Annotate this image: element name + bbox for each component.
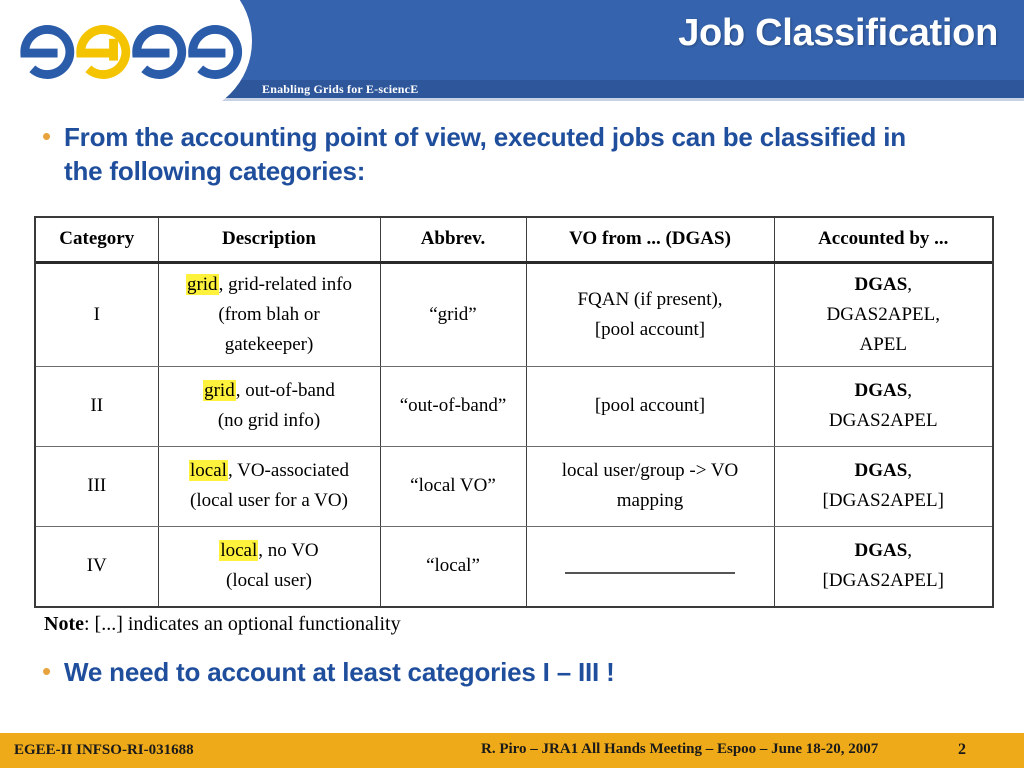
cell-accounted-by: DGAS, DGAS2APEL, APEL	[774, 262, 992, 367]
bullet-intro-text: From the accounting point of view, execu…	[64, 122, 906, 186]
cell-accounted-line2: [DGAS2APEL]	[822, 490, 944, 511]
cell-description-line2: (from blah or	[218, 303, 320, 325]
cell-description-rest: , no VO	[258, 540, 319, 562]
cell-accounted-sep: ,	[907, 273, 913, 295]
cell-abbrev: “out-of-band”	[380, 366, 527, 447]
cell-accounted-sep: ,	[907, 460, 913, 481]
cell-vo-line2: [pool account]	[594, 318, 706, 340]
cell-vo-from: FQAN (if present), [pool account]	[526, 262, 775, 367]
cell-vo-line1: FQAN (if present),	[577, 288, 723, 310]
cell-description: grid, grid-related info (from blah or ga…	[158, 262, 381, 367]
cell-vo-line1: local user/group -> VO	[561, 460, 739, 481]
cell-description-line3: gatekeeper)	[224, 333, 314, 355]
cell-description-line2: (local user)	[226, 570, 312, 592]
cell-vo-line1: [pool account]	[594, 395, 706, 416]
cell-description-rest: , grid-related info	[218, 273, 353, 295]
table-note-label: Note	[44, 613, 84, 635]
cell-abbrev: “grid”	[380, 262, 527, 367]
cell-description-keyword: local	[189, 460, 228, 481]
cell-accounted-primary: DGAS	[854, 380, 908, 401]
cell-accounted-by: DGAS, [DGAS2APEL]	[774, 446, 992, 527]
cell-accounted-sep: ,	[907, 540, 913, 562]
footer-project-id: EGEE-II INFSO-RI-031688	[14, 742, 194, 758]
cell-accounted-by: DGAS, DGAS2APEL	[774, 366, 992, 447]
slide: Enabling Grids for E-sciencE Job Classif…	[0, 0, 1024, 768]
table-row: I grid, grid-related info (from blah or …	[36, 262, 992, 367]
cell-vo-line2: mapping	[616, 490, 684, 511]
cell-description-keyword: grid	[185, 273, 219, 295]
table-note: Note: [...] indicates an optional functi…	[44, 613, 401, 636]
cell-description: local, VO-associated (local user for a V…	[158, 446, 381, 527]
column-header-vo-from: VO from ... (DGAS)	[526, 218, 775, 264]
table-note-text: : [...] indicates an optional functional…	[83, 613, 401, 635]
cell-accounted-line3: APEL	[859, 333, 908, 355]
cell-description-line2: (local user for a VO)	[190, 490, 348, 511]
column-header-accounted-by: Accounted by ...	[774, 218, 992, 264]
cell-vo-from: local user/group -> VO mapping	[526, 446, 775, 527]
cell-vo-from: [pool account]	[526, 366, 775, 447]
cell-abbrev: “local”	[380, 526, 527, 606]
bullet-conclusion-text: We need to account at least categories I…	[64, 657, 615, 687]
footer-page-number: 2	[958, 741, 966, 758]
slide-footer-bar: EGEE-II INFSO-RI-031688 R. Piro – JRA1 A…	[0, 733, 1024, 768]
table-row: IV local, no VO (local user) “local” DGA…	[36, 526, 992, 606]
cell-accounted-primary: DGAS	[854, 460, 908, 481]
cell-description-rest: , out-of-band	[235, 380, 335, 401]
bullet-marker-icon: •	[42, 121, 52, 151]
cell-accounted-line2: DGAS2APEL,	[826, 303, 940, 325]
egee-tagline: Enabling Grids for E-sciencE	[262, 82, 419, 96]
table-row: III local, VO-associated (local user for…	[36, 446, 992, 527]
cell-description-line2: (no grid info)	[217, 410, 321, 431]
cell-accounted-primary: DGAS	[854, 273, 908, 295]
column-header-description: Description	[158, 218, 381, 264]
cell-accounted-sep: ,	[907, 380, 913, 401]
cell-description-rest: , VO-associated	[227, 460, 349, 481]
bullet-conclusion: • We need to account at least categories…	[42, 655, 982, 689]
cell-description: grid, out-of-band (no grid info)	[158, 366, 381, 447]
egee-logo	[20, 25, 243, 79]
cell-accounted-primary: DGAS	[854, 540, 908, 562]
cell-vo-from	[526, 526, 775, 606]
bullet-intro: • From the accounting point of view, exe…	[42, 120, 982, 188]
cell-description-keyword: grid	[203, 380, 236, 401]
table-row: II grid, out-of-band (no grid info) “out…	[36, 366, 992, 447]
table-header-row: Category Description Abbrev. VO from ...…	[36, 218, 992, 264]
cell-vo-empty-rule	[565, 560, 735, 574]
cell-description-keyword: local	[219, 540, 259, 562]
bullet-marker-icon: •	[42, 656, 52, 686]
cell-category: II	[36, 366, 159, 447]
footer-meeting-info: R. Piro – JRA1 All Hands Meeting – Espoo…	[481, 741, 879, 757]
cell-category: III	[36, 446, 159, 527]
page-title: Job Classification	[678, 12, 998, 54]
column-header-category: Category	[36, 218, 159, 264]
cell-accounted-line2: DGAS2APEL	[828, 410, 938, 431]
cell-category: I	[36, 262, 159, 367]
column-header-abbrev: Abbrev.	[380, 218, 527, 264]
cell-category: IV	[36, 526, 159, 606]
cell-description: local, no VO (local user)	[158, 526, 381, 606]
cell-accounted-line2: [DGAS2APEL]	[822, 570, 944, 592]
cell-abbrev: “local VO”	[380, 446, 527, 527]
cell-accounted-by: DGAS, [DGAS2APEL]	[774, 526, 992, 606]
job-classification-table: Category Description Abbrev. VO from ...…	[34, 216, 994, 608]
